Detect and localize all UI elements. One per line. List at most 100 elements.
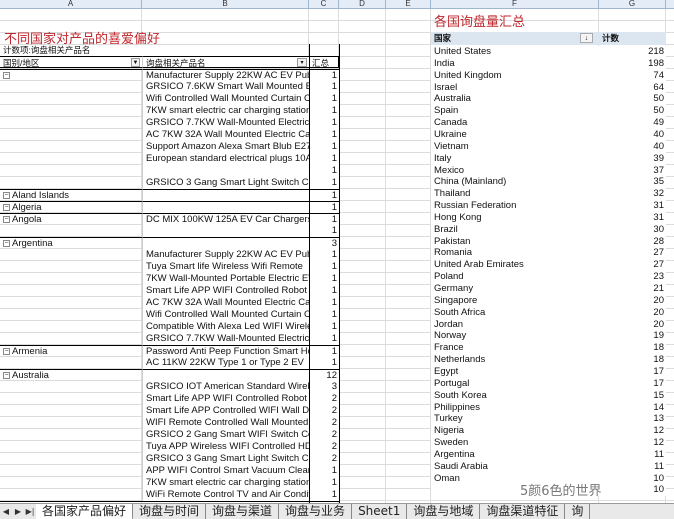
country-count-cell[interactable]: 12 xyxy=(599,425,666,438)
pivot-country-cell[interactable]: − Australia xyxy=(0,369,142,381)
pivot-country-cell[interactable] xyxy=(0,297,142,309)
pivot-country-cell[interactable] xyxy=(0,273,142,285)
pivot-count-cell[interactable]: 2 xyxy=(310,393,339,405)
country-name-cell[interactable]: United Kingdom xyxy=(431,69,599,82)
country-name-cell[interactable]: Netherlands xyxy=(431,354,599,367)
country-name-cell[interactable]: Spain xyxy=(431,105,599,118)
country-name-cell[interactable]: Norway xyxy=(431,330,599,343)
pivot-product-cell[interactable]: Password Anti Peep Function Smart Ho xyxy=(142,345,309,357)
collapse-icon[interactable]: − xyxy=(3,71,10,79)
pivot-count-cell[interactable]: 1 xyxy=(310,477,339,489)
pivot-country-cell[interactable]: − xyxy=(0,69,142,81)
country-count-cell[interactable]: 40 xyxy=(599,140,666,153)
pivot-country-cell[interactable] xyxy=(0,417,142,429)
collapse-icon[interactable]: − xyxy=(3,347,10,355)
pivot-count-cell[interactable]: 2 xyxy=(310,405,339,417)
sheet-tab[interactable]: 询盘与地域 xyxy=(407,504,481,519)
pivot-product-cell[interactable]: 7KW smart electric car charging station xyxy=(142,477,309,489)
country-count-cell[interactable]: 32 xyxy=(599,188,666,201)
country-count-cell[interactable]: 18 xyxy=(599,354,666,367)
product-filter-header[interactable]: 询盘相关产品名 ▾ xyxy=(142,56,309,68)
country-name-cell[interactable]: United Arab Emirates xyxy=(431,259,599,272)
country-count-cell[interactable]: 17 xyxy=(599,377,666,390)
pivot-product-cell[interactable] xyxy=(142,237,309,249)
pivot-count-cell[interactable]: 1 xyxy=(310,297,339,309)
pivot-country-cell[interactable] xyxy=(0,117,142,129)
country-count-cell[interactable]: 74 xyxy=(599,69,666,82)
pivot-count-cell[interactable]: 1 xyxy=(310,333,339,345)
pivot-product-cell[interactable]: AC 7KW 32A Wall Mounted Electric Ca xyxy=(142,297,309,309)
country-count-cell[interactable]: 10 xyxy=(599,484,666,497)
country-count-cell[interactable]: 10 xyxy=(599,472,666,485)
pivot-count-cell[interactable]: 2 xyxy=(310,417,339,429)
country-name-cell[interactable]: Mexico xyxy=(431,164,599,177)
pivot-country-cell[interactable]: − Armenia xyxy=(0,345,142,357)
country-name-cell[interactable]: Poland xyxy=(431,271,599,284)
next-sheet-icon[interactable]: ▶ xyxy=(12,507,24,516)
collapse-icon[interactable]: − xyxy=(3,191,10,199)
country-name-cell[interactable]: India xyxy=(431,57,599,70)
country-count-cell[interactable]: 21 xyxy=(599,283,666,295)
dropdown-icon[interactable]: ▼ xyxy=(131,58,140,67)
country-count-cell[interactable]: 40 xyxy=(599,128,666,141)
pivot-product-cell[interactable] xyxy=(142,189,309,201)
country-name-cell[interactable]: South Africa xyxy=(431,306,599,319)
pivot-country-cell[interactable] xyxy=(0,261,142,273)
country-name-cell[interactable]: Philippines xyxy=(431,401,599,414)
country-count-cell[interactable]: 19 xyxy=(599,330,666,343)
country-count-cell[interactable]: 11 xyxy=(599,460,666,473)
sheet-tab[interactable]: 询盘渠道特征 xyxy=(480,504,566,519)
country-name-cell[interactable]: United States xyxy=(431,46,599,58)
column-header[interactable]: G xyxy=(599,0,666,9)
country-name-cell[interactable]: Argentina xyxy=(431,448,599,461)
country-count-cell[interactable]: 14 xyxy=(599,401,666,414)
country-count-cell[interactable]: 49 xyxy=(599,117,666,130)
country-count-cell[interactable]: 39 xyxy=(599,152,666,165)
country-count-cell[interactable]: 20 xyxy=(599,294,666,307)
pivot-count-cell[interactable]: 1 xyxy=(310,153,339,165)
pivot-country-cell[interactable] xyxy=(0,393,142,405)
pivot-count-cell[interactable]: 1 xyxy=(310,261,339,273)
country-name-cell[interactable]: Canada xyxy=(431,117,599,130)
country-name-cell[interactable]: Hong Kong xyxy=(431,211,599,224)
country-count-cell[interactable]: 30 xyxy=(599,223,666,236)
country-name-cell[interactable]: Sweden xyxy=(431,437,599,450)
pivot-count-cell[interactable]: 1 xyxy=(310,69,339,81)
country-column-header[interactable]: 国家 ↓ xyxy=(431,32,599,45)
country-name-cell[interactable]: Ukraine xyxy=(431,128,599,141)
pivot-count-cell[interactable]: 1 xyxy=(310,189,339,201)
pivot-count-cell[interactable]: 1 xyxy=(310,249,339,261)
pivot-product-cell[interactable]: Manufacturer Supply 22KW AC EV Pub xyxy=(142,69,309,81)
country-count-cell[interactable]: 27 xyxy=(599,247,666,260)
pivot-country-cell[interactable]: − Angola xyxy=(0,213,142,225)
pivot-count-cell[interactable]: 2 xyxy=(310,441,339,453)
country-count-cell[interactable]: 64 xyxy=(599,81,666,94)
country-name-cell[interactable]: Saudi Arabia xyxy=(431,460,599,473)
pivot-count-cell[interactable]: 1 xyxy=(310,117,339,129)
pivot-count-cell[interactable]: 2 xyxy=(310,429,339,441)
pivot-count-cell[interactable]: 1 xyxy=(310,201,339,213)
pivot-product-cell[interactable]: GRSICO 3 Gang Smart Light Switch Co xyxy=(142,453,309,465)
column-header[interactable]: E xyxy=(386,0,431,9)
pivot-count-cell[interactable]: 1 xyxy=(310,465,339,477)
country-name-cell[interactable]: Romania xyxy=(431,247,599,260)
pivot-product-cell[interactable] xyxy=(142,165,309,177)
country-name-cell[interactable]: Israel xyxy=(431,81,599,94)
country-name-cell[interactable]: Australia xyxy=(431,93,599,106)
pivot-country-cell[interactable] xyxy=(0,429,142,441)
country-count-cell[interactable]: 23 xyxy=(599,271,666,284)
country-name-cell[interactable]: Vietnam xyxy=(431,140,599,153)
country-name-cell[interactable]: Brazil xyxy=(431,223,599,236)
country-name-cell[interactable]: Nigeria xyxy=(431,425,599,438)
country-filter-header[interactable]: 国别/地区 ▼ xyxy=(0,56,142,68)
sheet-tab[interactable]: 询 xyxy=(565,504,591,519)
pivot-count-cell[interactable]: 1 xyxy=(310,357,339,369)
pivot-product-cell[interactable]: Tuya APP Wireless WIFI Controlled HD xyxy=(142,441,309,453)
last-sheet-icon[interactable]: ▶| xyxy=(24,507,36,516)
country-count-cell[interactable]: 37 xyxy=(599,164,666,177)
country-name-cell[interactable]: China (Mainland) xyxy=(431,176,599,189)
pivot-country-cell[interactable] xyxy=(0,81,142,93)
sheet-tab[interactable]: 询盘与业务 xyxy=(279,504,353,519)
country-name-cell[interactable]: Turkey xyxy=(431,413,599,426)
pivot-product-cell[interactable]: GRSICO 7.7KW Wall-Mounted Electric xyxy=(142,117,309,129)
